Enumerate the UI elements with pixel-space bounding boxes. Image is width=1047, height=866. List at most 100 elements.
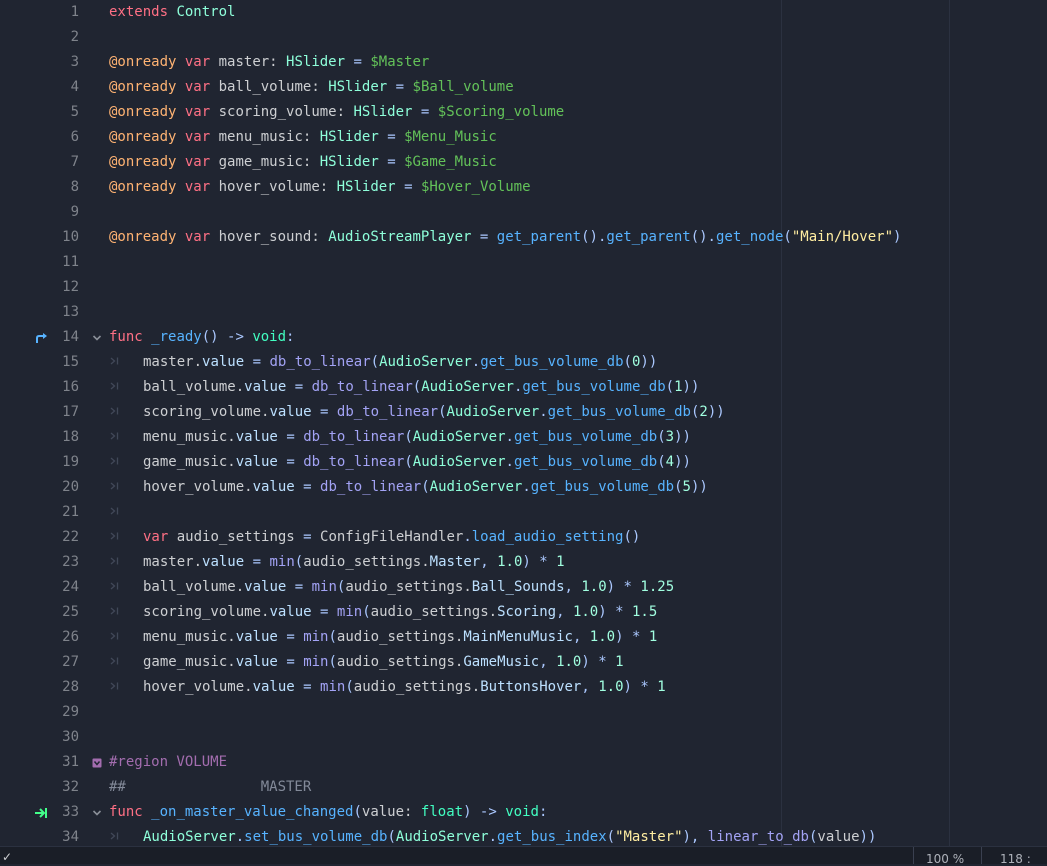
code-line[interactable]: 6 @onready var menu_music: HSlider = $Men… (0, 125, 1047, 150)
code-text[interactable]: master.value = min(audio_settings.Master… (143, 550, 565, 575)
code-token: #region VOLUME (109, 754, 228, 770)
code-text[interactable]: extends Control (109, 0, 235, 25)
code-token: linear_to_db (707, 829, 809, 845)
code-token: = (387, 154, 396, 170)
code-line[interactable]: 5 @onready var scoring_volume: HSlider = … (0, 100, 1047, 125)
region-fold-icon[interactable] (90, 750, 104, 775)
line-number: 5 (70, 104, 79, 120)
code-editor[interactable]: 1 extends Control 2 3 @onready var master: H… (0, 0, 1047, 846)
code-text[interactable]: @onready var hover_sound: AudioStreamPla… (109, 225, 901, 250)
code-text[interactable]: @onready var hover_volume: HSlider = $Ho… (109, 175, 531, 200)
code-line[interactable]: 2 (0, 25, 1047, 50)
code-line[interactable]: 12 (0, 275, 1047, 300)
code-text[interactable]: ball_volume.value = min(audio_settings.B… (143, 575, 674, 600)
code-line[interactable]: 8 @onready var hover_volume: HSlider = $H… (0, 175, 1047, 200)
code-line[interactable]: 10 @onready var hover_sound: AudioStreamP… (0, 225, 1047, 250)
code-line[interactable]: 29 (0, 700, 1047, 725)
code-text[interactable]: menu_music.value = db_to_linear(AudioSer… (143, 425, 691, 450)
code-line[interactable]: 31 #region VOLUME (0, 750, 1047, 775)
code-text[interactable]: hover_volume.value = min(audio_settings.… (143, 675, 666, 700)
chevron-down-icon[interactable] (90, 325, 104, 350)
code-token: = (303, 479, 312, 495)
code-text[interactable]: @onready var ball_volume: HSlider = $Bal… (109, 75, 514, 100)
code-token: master. (143, 354, 203, 370)
code-token: value (244, 379, 287, 395)
code-line[interactable]: 32 ## MASTER (0, 775, 1047, 800)
code-text[interactable]: @onready var menu_music: HSlider = $Menu… (109, 125, 497, 150)
chevron-down-icon[interactable] (90, 800, 104, 825)
code-text[interactable]: game_music.value = min(audio_settings.Ga… (143, 650, 624, 675)
code-token: ) (606, 579, 616, 595)
code-line[interactable]: 21 (0, 500, 1047, 525)
code-line[interactable]: 9 (0, 200, 1047, 225)
code-line[interactable]: 1 extends Control (0, 0, 1047, 25)
code-line[interactable]: 3 @onready var master: HSlider = $Master (0, 50, 1047, 75)
code-token: get_bus_volume_db (513, 454, 658, 470)
code-line[interactable]: 30 (0, 725, 1047, 750)
code-line[interactable]: 17 scoring_volume.value = db_to_linear(Au… (0, 400, 1047, 425)
code-token: get_bus_volume_db (547, 404, 691, 420)
code-line[interactable]: 23 master.value = min(audio_settings.Mast… (0, 550, 1047, 575)
tab-indent-icon (110, 525, 120, 550)
code-text[interactable]: func _ready() -> void: (109, 325, 294, 350)
code-token: * (539, 554, 548, 570)
code-token: menu_music: (210, 129, 320, 145)
code-line[interactable]: 4 @onready var ball_volume: HSlider = $Ba… (0, 75, 1047, 100)
code-line[interactable]: 27 game_music.value = min(audio_settings.… (0, 650, 1047, 675)
code-text[interactable]: func _on_master_value_changed(value: flo… (109, 800, 547, 825)
code-text[interactable]: ## MASTER (109, 775, 311, 800)
override-arrow-icon[interactable] (33, 325, 51, 350)
zoom-level[interactable]: 100 % (926, 852, 964, 866)
code-token: )) (640, 354, 658, 370)
code-line[interactable]: 14 func _ready() -> void: (0, 325, 1047, 350)
code-token: var (184, 129, 211, 145)
code-text[interactable]: ball_volume.value = db_to_linear(AudioSe… (143, 375, 699, 400)
code-token: ( (328, 654, 337, 670)
tab-indent-icon (110, 450, 120, 475)
code-line[interactable]: 25 scoring_volume.value = min(audio_setti… (0, 600, 1047, 625)
code-text[interactable]: hover_volume.value = db_to_linear(AudioS… (143, 475, 708, 500)
code-text[interactable]: game_music.value = db_to_linear(AudioSer… (143, 450, 691, 475)
code-text[interactable]: @onready var scoring_volume: HSlider = $… (109, 100, 564, 125)
code-token: MainMenuMusic (463, 629, 573, 645)
code-text[interactable]: var audio_settings = ConfigFileHandler.l… (143, 525, 640, 550)
code-text[interactable]: @onready var game_music: HSlider = $Game… (109, 150, 497, 175)
line-number: 32 (62, 779, 79, 795)
code-line[interactable]: 22 var audio_settings = ConfigFileHandler… (0, 525, 1047, 550)
code-line[interactable]: 13 (0, 300, 1047, 325)
code-token: 1.0 (598, 679, 624, 695)
code-line[interactable]: 24 ball_volume.value = min(audio_settings… (0, 575, 1047, 600)
code-text[interactable]: AudioServer.set_bus_volume_db(AudioServe… (143, 825, 876, 846)
code-line[interactable]: 15 master.value = db_to_linear(AudioServe… (0, 350, 1047, 375)
tab-indent-icon (110, 600, 120, 625)
line-number: 9 (70, 204, 79, 220)
code-line[interactable]: 11 (0, 250, 1047, 275)
code-text[interactable]: menu_music.value = min(audio_settings.Ma… (143, 625, 657, 650)
code-text[interactable]: #region VOLUME (109, 750, 227, 775)
code-token: ( (370, 354, 380, 370)
code-line[interactable]: 26 menu_music.value = min(audio_settings.… (0, 625, 1047, 650)
code-token: ball_volume. (143, 579, 245, 595)
code-line[interactable]: 16 ball_volume.value = db_to_linear(Audio… (0, 375, 1047, 400)
code-text[interactable]: scoring_volume.value = min(audio_setting… (143, 600, 657, 625)
code-line[interactable]: 28 hover_volume.value = min(audio_setting… (0, 675, 1047, 700)
code-line[interactable]: 18 menu_music.value = db_to_linear(AudioS… (0, 425, 1047, 450)
code-text[interactable]: scoring_volume.value = db_to_linear(Audi… (143, 400, 725, 425)
code-token: 1 (556, 554, 565, 570)
signal-connection-icon[interactable] (33, 800, 51, 825)
code-line[interactable]: 19 game_music.value = db_to_linear(AudioS… (0, 450, 1047, 475)
code-token: get_bus_volume_db (480, 354, 624, 370)
code-line[interactable]: 7 @onready var game_music: HSlider = $Gam… (0, 150, 1047, 175)
code-token: AudioServer (429, 479, 523, 495)
line-number: 25 (62, 604, 79, 620)
code-text[interactable]: master.value = db_to_linear(AudioServer.… (143, 350, 657, 375)
line-number: 11 (62, 254, 79, 270)
code-text[interactable]: @onready var master: HSlider = $Master (109, 50, 429, 75)
line-number: 28 (62, 679, 79, 695)
code-line[interactable]: 34 AudioServer.set_bus_volume_db(AudioSer… (0, 825, 1047, 846)
code-line[interactable]: 20 hover_volume.value = db_to_linear(Audi… (0, 475, 1047, 500)
code-line[interactable]: 33 func _on_master_value_changed(value: f… (0, 800, 1047, 825)
